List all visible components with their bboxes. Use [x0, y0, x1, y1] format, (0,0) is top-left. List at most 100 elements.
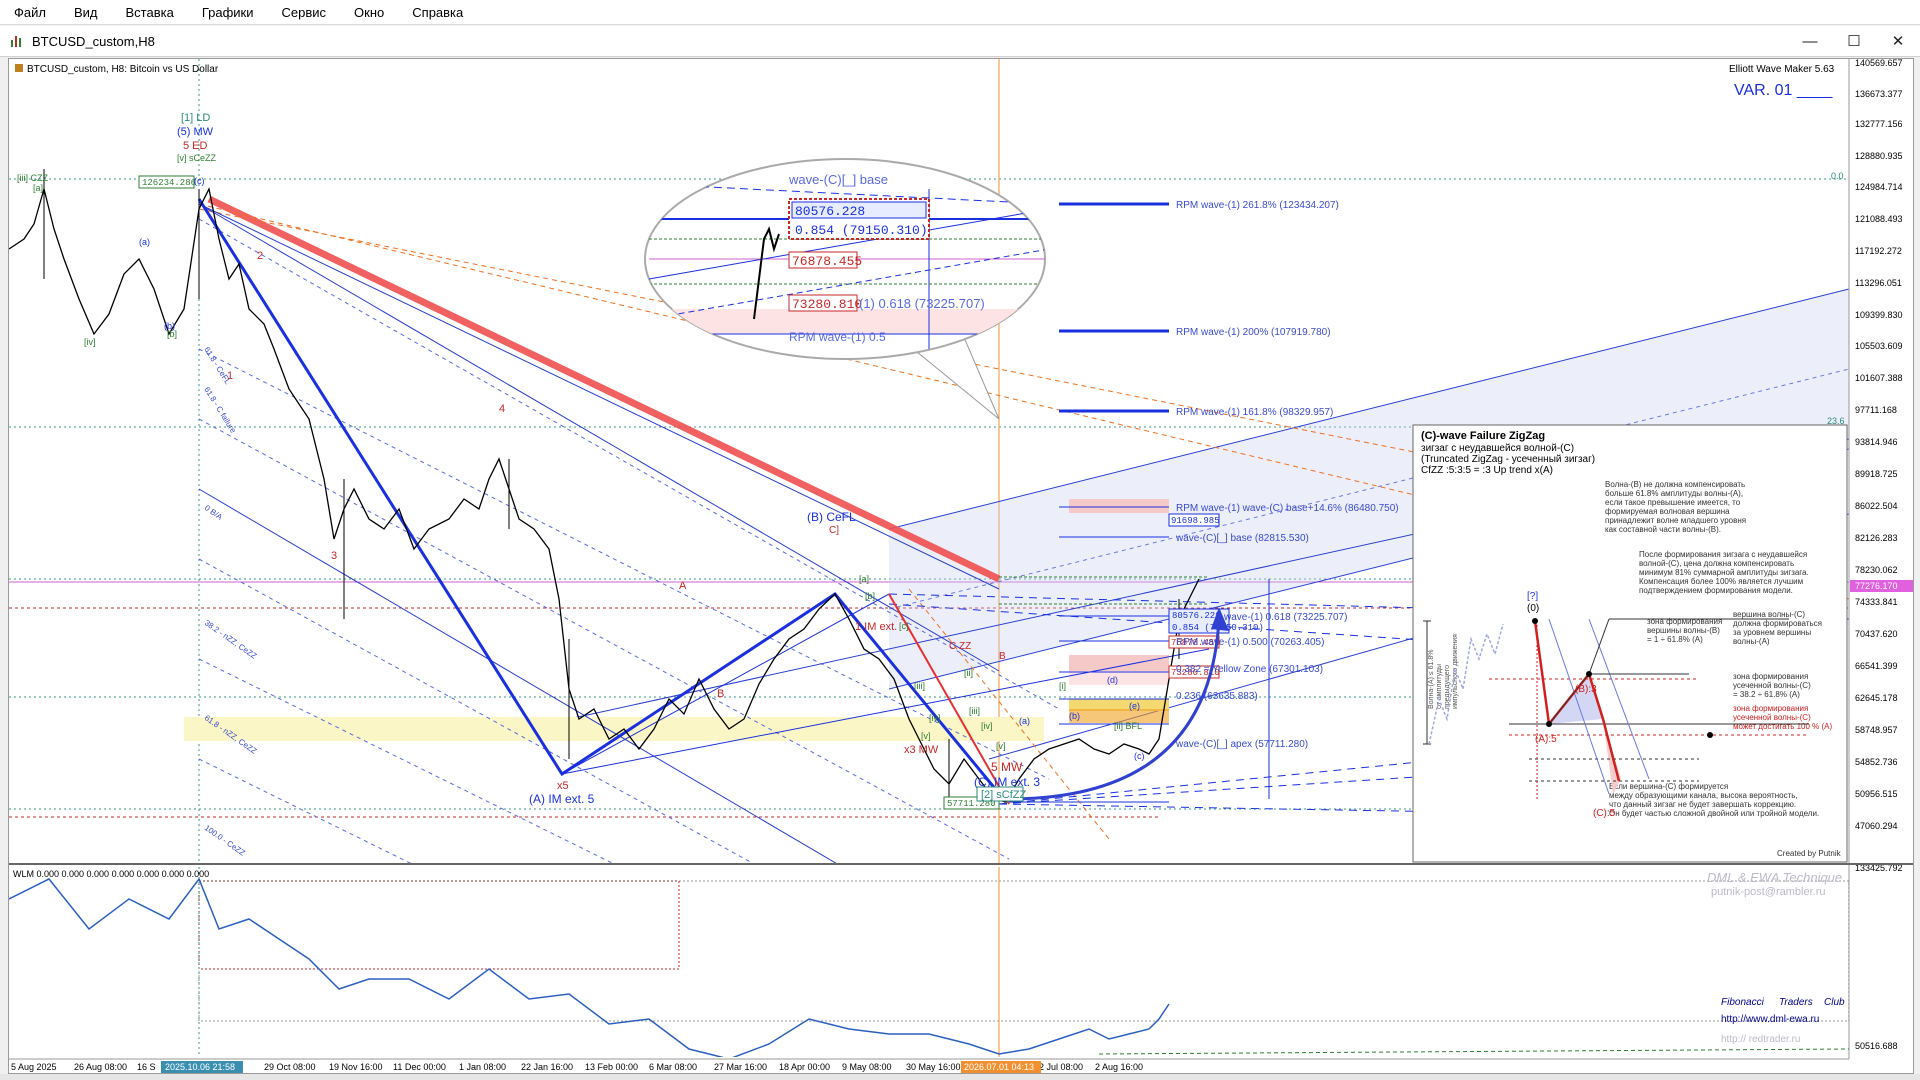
chart-area[interactable]: 126234.286 57711.280 91698.985 80576.228…: [8, 58, 1914, 1074]
info-p6-l1: усеченной волны-(C): [1733, 713, 1811, 722]
info-lbl-b: (B):3: [1575, 684, 1597, 695]
menu-window[interactable]: Окно: [340, 5, 398, 20]
wave-lbl-iv: [iv]: [84, 337, 96, 347]
variant-label: VAR. 01 ____: [1734, 82, 1834, 99]
menu-tools[interactable]: Сервис: [268, 5, 341, 20]
rpm-261: RPM wave-(1) 261.8% (123434.207): [1176, 200, 1339, 211]
menu-file[interactable]: Файл: [0, 5, 60, 20]
info-lbl-c: (C):5: [1593, 808, 1616, 819]
info-p7-l2: что данный зигзаг не будет завершать кор…: [1609, 800, 1796, 809]
info-p4-l3: волны-(A): [1733, 637, 1770, 646]
info-sub1: зигзаг с неудавшейся волной-(C): [1421, 443, 1574, 454]
wave-lbl-1im: 1 IM ext.: [855, 621, 897, 633]
info-p5-l2: = 38.2 ÷ 61.8% (A): [1733, 690, 1800, 699]
wave-lbl-a: [a]: [33, 183, 43, 193]
menu-insert[interactable]: Вставка: [112, 5, 188, 20]
info-p2-l3: Компенсация более 100% является лучшим: [1639, 577, 1803, 586]
info-p1-l1: больше 61.8% амплитуды волны-(A),: [1605, 489, 1743, 498]
wave-lbl-a3: (a): [1019, 716, 1030, 726]
price-tick-5: 121088.493: [1855, 214, 1903, 224]
close-button[interactable]: ✕: [1876, 26, 1920, 56]
wave-lbl-1ld: [1] LD: [181, 112, 210, 124]
info-p5-l1: усеченной волны-(C): [1733, 681, 1811, 690]
maximize-button[interactable]: ☐: [1832, 26, 1876, 56]
club-fibonacci: Fibonacci: [1721, 997, 1765, 1008]
menu-view[interactable]: Вид: [60, 5, 112, 20]
logo-email: putnik-post@rambler.ru: [1711, 886, 1826, 898]
wave-lbl-czz: C ZZ: [949, 641, 971, 652]
minimize-button[interactable]: —: [1788, 26, 1832, 56]
time-tick-16: 2 Jul 08:00: [1039, 1062, 1083, 1072]
info-vert-l1: от амплитуды: [1436, 664, 1443, 709]
info-p6-l0: зона формирования: [1733, 704, 1808, 713]
info-p7-l0: Если вершина-(C) формируется: [1609, 782, 1728, 791]
bubble-rpm05: RPM wave-(1) 0.5: [789, 330, 886, 344]
chart-window-titlebar: BTCUSD_custom,H8 — ☐ ✕: [0, 26, 1920, 57]
price-tick-16: 78230.062: [1855, 565, 1898, 575]
info-p7-l1: между образующими канала, высока вероятн…: [1609, 791, 1798, 800]
wlm-label: WLM 0.000 0.000 0.000 0.000 0.000 0.000 …: [13, 869, 209, 879]
bubble-80576: 80576.228: [795, 204, 865, 219]
time-tick-0: 5 Aug 2025: [11, 1062, 57, 1072]
current-price-tag: 77276.170: [1855, 581, 1898, 591]
info-p4-l0: вершина волны-(C): [1733, 610, 1805, 619]
rpm-0500: RPM wave-(1) 0.500 (70263.405): [1176, 637, 1324, 648]
price-tick-14: 86022.504: [1855, 501, 1898, 511]
rpm-161: RPM wave-(1) 161.8% (98329.957): [1176, 407, 1333, 418]
time-tick-9: 13 Feb 00:00: [585, 1062, 638, 1072]
rpm-200: RPM wave-(1) 200% (107919.780): [1176, 327, 1331, 338]
price-tick-11: 97711.168: [1855, 405, 1897, 415]
zero-level: 0.0: [1831, 171, 1844, 181]
info-p1-l3: формируемая волновая вершина: [1605, 507, 1730, 516]
chart-canvas[interactable]: 126234.286 57711.280 91698.985 80576.228…: [9, 58, 1913, 1073]
time-tick-1: 26 Aug 08:00: [74, 1062, 127, 1072]
wave-lbl-pc: (c): [194, 176, 205, 186]
wave-lbl-aa: A: [679, 580, 687, 592]
wave-lbl-b-cefl: (B) CeFL: [807, 510, 856, 524]
menu-help[interactable]: Справка: [398, 5, 477, 20]
wave-lbl-iii3: [iii]: [969, 706, 980, 716]
time-tick-12: 18 Apr 00:00: [779, 1062, 830, 1072]
box-91698: 91698.985: [1171, 516, 1220, 526]
info-p2-l2: минимум 81% суммарной амплитуды зигзага.: [1639, 568, 1809, 577]
info-created: Created by Putnik: [1777, 849, 1842, 858]
fib-0-ba: 0 B/A: [203, 503, 225, 522]
zoom-bubble: 80576.228 0.854 (79150.310) wave-(C)[_] …: [644, 158, 1046, 420]
info-lbl-a: (A):5: [1535, 734, 1557, 745]
price-tick-4: 124984.714: [1855, 182, 1903, 192]
wave-lbl-c2: [c]: [899, 621, 909, 631]
price-tick-20: 62645.178: [1855, 693, 1898, 703]
price-tick-12: 93814.946: [1855, 437, 1898, 447]
price-tick-6: 117192.272: [1855, 246, 1902, 256]
horizontal-scrollbar[interactable]: [0, 1074, 1920, 1080]
price-tick-13: 89918.725: [1855, 469, 1898, 479]
price-tick-2: 132777.156: [1855, 119, 1903, 129]
rpm-apex: wave-(C)[_] apex (57711.280): [1175, 739, 1308, 750]
time-crosshair-2: 2026.07.01 04:13: [964, 1062, 1034, 1072]
wave-lbl-b2: [b]: [865, 591, 875, 601]
price-tick-9: 105503.609: [1855, 341, 1903, 351]
wave-lbl-ii3: [ii]: [964, 668, 973, 678]
price-tick-18: 70437.620: [1855, 629, 1898, 639]
price-tick-3: 128880.935: [1855, 151, 1903, 161]
price-tick-7: 113296.051: [1855, 278, 1902, 288]
rpm-0618: wave-(1) 0.618 (73225.707): [1223, 612, 1347, 623]
time-tick-7: 1 Jan 08:00: [459, 1062, 506, 1072]
club-url: http://www.dml-ewa.ru: [1721, 1014, 1819, 1025]
menu-charts[interactable]: Графики: [188, 5, 268, 20]
info-lbl-0: (0): [1527, 603, 1539, 614]
wave-lbl-pb: (b): [164, 321, 175, 331]
redtrader-url: http:// redtrader.ru: [1721, 1034, 1801, 1045]
info-p1-l5: как составной части волны-(B).: [1605, 525, 1721, 534]
wave-lbl-5mw-low: 5 MW: [991, 760, 1023, 774]
rpm-base: wave-(C)[_] base (82815.530): [1175, 533, 1309, 544]
indicator-name: Elliott Wave Maker 5.63: [1729, 64, 1835, 75]
info-p3-l2: = 1 ÷ 61.8% (A): [1647, 635, 1703, 644]
fib-38-nzz: 38.2 - nZZ, CeZZ: [203, 618, 259, 661]
logo-dml: DML & EWA Technique: [1707, 870, 1842, 885]
wave-lbl-v2: [v]: [921, 731, 931, 741]
time-tick-11: 27 Mar 16:00: [714, 1062, 767, 1072]
box-80576: 80576.228: [1172, 611, 1221, 621]
rpm-base146: RPM wave-(1) wave-(C) base+14.6% (86480.…: [1176, 503, 1399, 514]
chart-window-icon: [11, 36, 21, 47]
